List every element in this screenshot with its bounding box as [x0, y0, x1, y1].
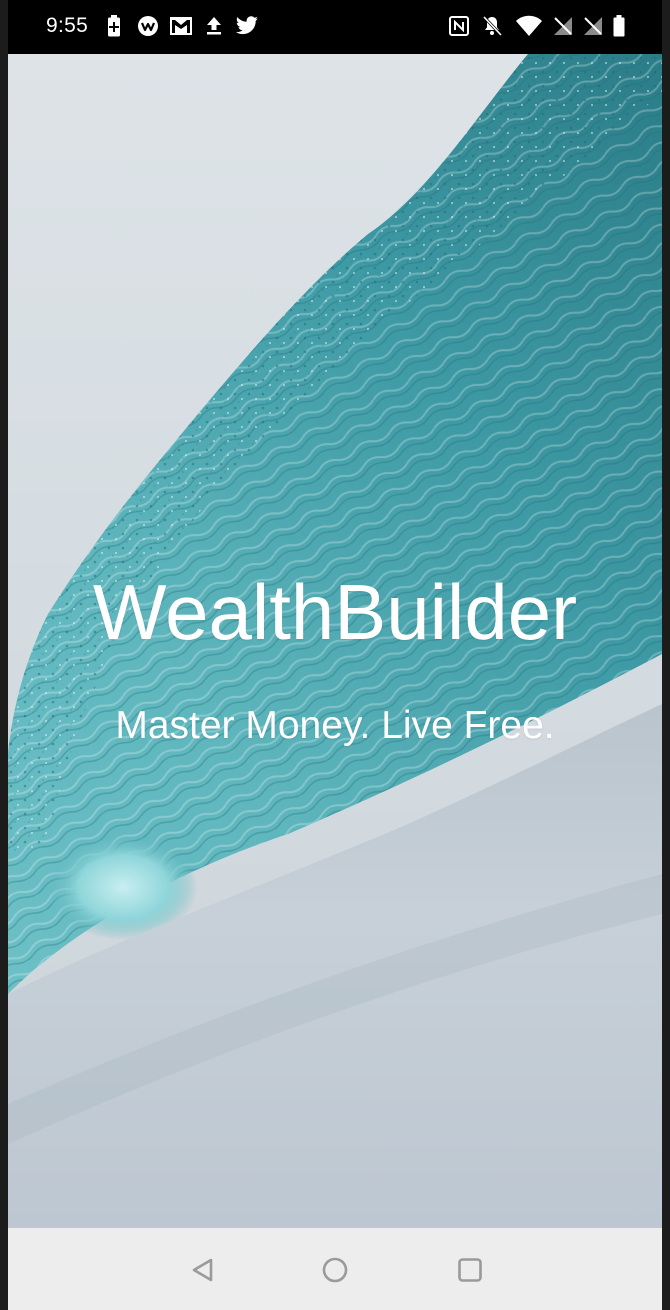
signal-2-icon	[582, 14, 604, 38]
recents-icon	[458, 1258, 482, 1282]
app-tagline: Master Money. Live Free.	[115, 704, 555, 747]
recents-button[interactable]	[450, 1252, 490, 1288]
back-icon	[192, 1258, 213, 1282]
signal-1-icon	[552, 14, 574, 38]
navigation-bar	[8, 1228, 662, 1310]
status-bar: 9:55	[8, 0, 662, 54]
device-screen: 9:55 WealthBuilder Master Money. Live Fr…	[0, 0, 670, 1310]
wifi-icon	[514, 14, 544, 38]
battery-icon	[612, 14, 626, 38]
app-title: WealthBuilder	[92, 568, 578, 656]
status-time: 9:55	[46, 14, 89, 37]
home-icon	[322, 1257, 348, 1283]
upload-icon	[204, 14, 224, 38]
twitter-icon	[234, 14, 260, 38]
app-notification-icon	[136, 14, 160, 38]
splash-screen: WealthBuilder Master Money. Live Free.	[8, 54, 662, 1228]
gmail-icon	[168, 14, 194, 38]
home-button[interactable]	[315, 1252, 355, 1288]
back-button[interactable]	[183, 1252, 223, 1288]
nfc-icon	[448, 14, 470, 38]
battery-saver-icon	[106, 14, 122, 38]
notifications-muted-icon	[480, 14, 504, 38]
